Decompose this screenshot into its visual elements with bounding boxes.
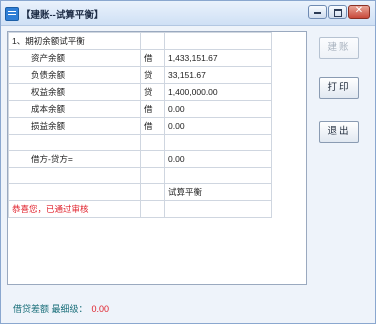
table-row <box>8 167 272 184</box>
table-row: 1、期初余额试平衡 <box>8 32 272 50</box>
row-name: 损益余额 <box>8 117 141 135</box>
success-message: 恭喜您，已通过审核 <box>8 200 141 218</box>
table-row <box>8 134 272 151</box>
row-dc <box>140 150 165 168</box>
row-dc: 贷 <box>140 83 165 101</box>
row-name: 成本余额 <box>8 100 141 118</box>
row-name <box>8 167 141 184</box>
row-name: 借方-贷方= <box>8 150 141 168</box>
row-dc <box>140 32 165 50</box>
row-dc <box>140 200 165 218</box>
row-amount: 0.00 <box>164 100 272 118</box>
balance-result-text: 试算平衡 <box>164 183 272 201</box>
row-amount: 33,151.67 <box>164 66 272 84</box>
table-row: 负债余额 贷 33,151.67 <box>8 66 272 84</box>
status-bar: 借贷差额 最细级： 0.00 <box>13 302 109 315</box>
row-amount: 0.00 <box>164 117 272 135</box>
difference-value: 0.00 <box>91 304 110 314</box>
close-icon: ✕ <box>354 5 364 16</box>
minimize-button[interactable] <box>308 5 327 19</box>
create-account-button[interactable]: 建账 <box>319 37 359 59</box>
row-amount: 0.00 <box>164 150 272 168</box>
app-icon <box>5 7 19 21</box>
table-row: 资产余额 借 1,433,151.67 <box>8 49 272 67</box>
title-bar: 【建账--试算平衡】 ✕ <box>1 1 375 26</box>
row-amount <box>164 134 272 151</box>
table-row: 恭喜您，已通过审核 <box>8 200 272 218</box>
exit-button[interactable]: 退出 <box>319 121 359 143</box>
row-dc <box>140 167 165 184</box>
row-dc: 借 <box>140 100 165 118</box>
table-row: 权益余额 贷 1,400,000.00 <box>8 83 272 101</box>
table-row: 成本余额 借 0.00 <box>8 100 272 118</box>
row-amount <box>164 200 272 218</box>
maximize-button[interactable] <box>328 5 347 19</box>
window-title: 【建账--试算平衡】 <box>21 10 104 21</box>
row-name: 权益余额 <box>8 83 141 101</box>
row-dc: 借 <box>140 49 165 67</box>
trial-balance-window: 【建账--试算平衡】 ✕ 1、期初余额试平衡 资产余额 借 1,433,151.… <box>0 0 376 324</box>
balance-table: 1、期初余额试平衡 资产余额 借 1,433,151.67 负债余额 贷 33,… <box>8 32 272 218</box>
row-amount: 1,400,000.00 <box>164 83 272 101</box>
row-dc <box>140 183 165 201</box>
print-button[interactable]: 打印 <box>319 77 359 99</box>
balance-table-panel: 1、期初余额试平衡 资产余额 借 1,433,151.67 负债余额 贷 33,… <box>7 31 307 285</box>
table-row: 试算平衡 <box>8 183 272 201</box>
close-button[interactable]: ✕ <box>348 5 370 19</box>
row-amount <box>164 167 272 184</box>
table-row: 损益余额 借 0.00 <box>8 117 272 135</box>
row-dc: 借 <box>140 117 165 135</box>
row-name: 资产余额 <box>8 49 141 67</box>
table-row: 借方-贷方= 0.00 <box>8 150 272 168</box>
row-name: 负债余额 <box>8 66 141 84</box>
row-dc <box>140 134 165 151</box>
difference-label: 借贷差额 最细级： <box>13 304 88 314</box>
row-name: 1、期初余额试平衡 <box>8 32 141 50</box>
row-dc: 贷 <box>140 66 165 84</box>
row-name <box>8 134 141 151</box>
row-amount: 1,433,151.67 <box>164 49 272 67</box>
row-name <box>8 183 141 201</box>
row-amount <box>164 32 272 50</box>
